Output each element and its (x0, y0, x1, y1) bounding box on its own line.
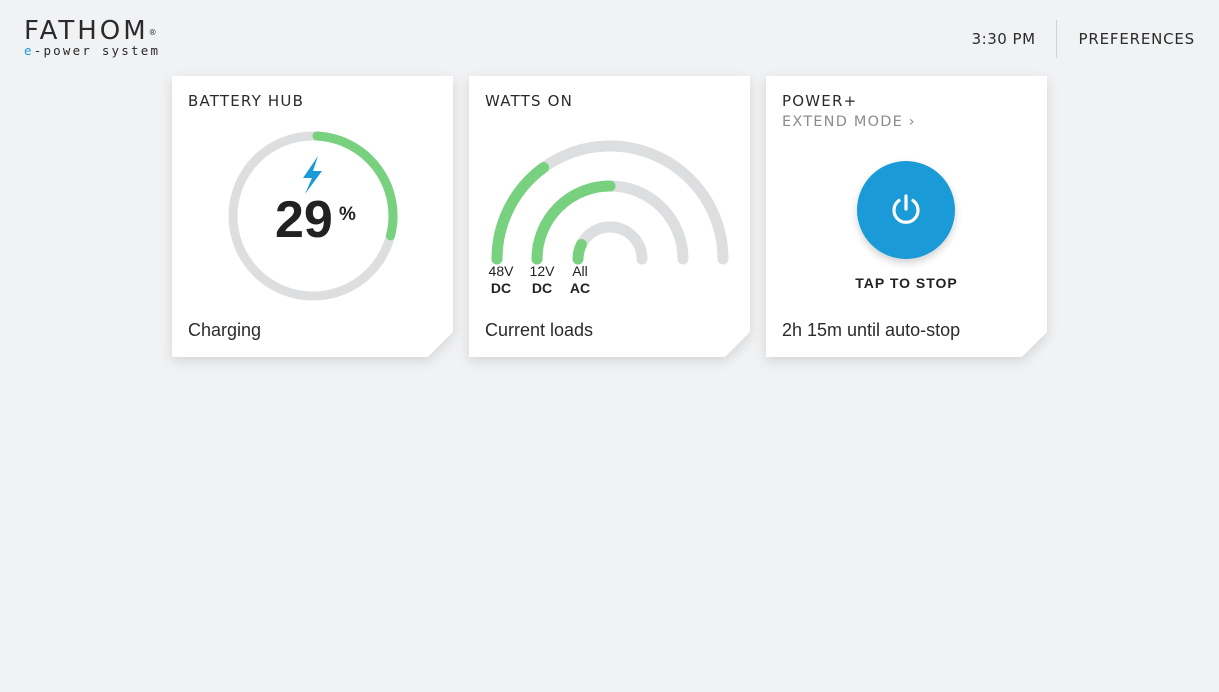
power-button[interactable] (857, 161, 955, 259)
auto-stop-countdown: 2h 15m until auto-stop (782, 320, 961, 340)
battery-hub-card[interactable]: BATTERY HUB 29 % Charging (172, 76, 453, 357)
brand-tagline: e-power system (24, 43, 161, 58)
power-plus-card[interactable]: POWER+ EXTEND MODE › TAP TO STOP 2h 15m … (766, 76, 1047, 357)
tap-to-stop-label[interactable]: TAP TO STOP (766, 275, 1047, 291)
registered-mark: ® (148, 28, 157, 37)
power-icon (892, 194, 920, 224)
load-arc-48v-dc (491, 140, 729, 265)
brand-logo: FATHOM® e-power system (24, 18, 160, 58)
battery-status: Charging (188, 320, 262, 340)
card-title: POWER+ (782, 92, 858, 110)
load-label-48v-dc: 48V DC (488, 263, 514, 296)
preferences-button[interactable]: PREFERENCES (1057, 30, 1195, 48)
load-arc-all-ac (572, 221, 648, 265)
extend-mode-link[interactable]: EXTEND MODE › (782, 114, 916, 130)
top-bar: 3:30 PM PREFERENCES (972, 20, 1195, 58)
loads-caption: Current loads (485, 320, 594, 340)
load-arc-48v-dc-track (491, 140, 729, 265)
percent-sign: % (339, 204, 356, 225)
load-arc-all-ac-track (572, 221, 648, 265)
load-arc-all-ac-fill (572, 238, 587, 265)
load-arc-12v-dc-fill (531, 180, 616, 265)
watts-on-card[interactable]: WATTS ON 48V DC 12V DC All AC Current loads (469, 76, 750, 357)
lightning-bolt-icon (303, 156, 322, 194)
loads-gauge (491, 140, 729, 265)
battery-percent-value: 29 (275, 191, 333, 249)
brand-name: FATHOM (24, 16, 149, 46)
load-label-12v-dc: 12V DC (529, 263, 555, 296)
chevron-right-icon: › (908, 114, 916, 130)
load-label-all-ac: All AC (569, 263, 591, 296)
clock: 3:30 PM (971, 30, 1036, 48)
